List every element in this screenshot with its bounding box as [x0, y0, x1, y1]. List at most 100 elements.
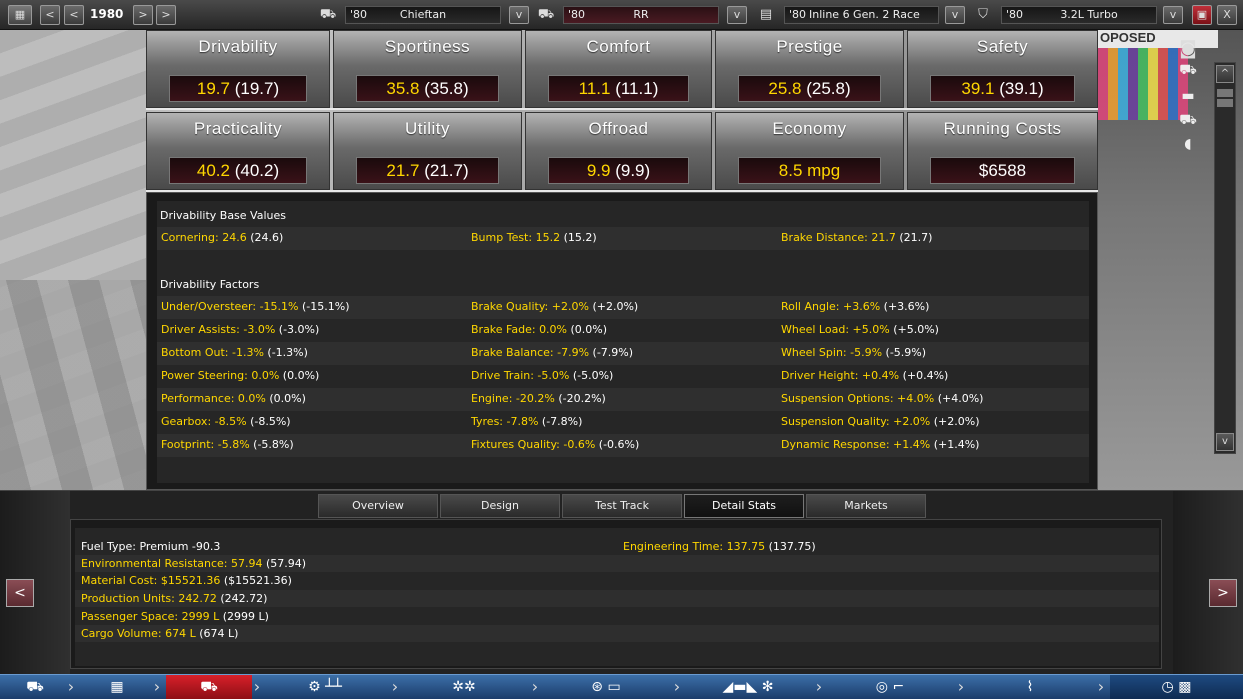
previous-page-button[interactable]: < — [6, 579, 34, 607]
factor-label: Bottom Out: -1.3% — [161, 346, 264, 359]
table-row: Fuel Type: Premium -90.3 Engineering Tim… — [75, 538, 1159, 555]
factor-label: Brake Balance: -7.9% — [471, 346, 590, 359]
stat-current: 25.8 — [768, 79, 802, 98]
stat-title: Safety — [976, 37, 1029, 56]
calendar-icon[interactable]: ▦ — [8, 5, 32, 25]
interior-icon[interactable]: ◎ ⌐ — [830, 675, 950, 699]
brakes-icon[interactable]: ⊛ ▭ — [544, 675, 668, 699]
stat-label: Passenger Space: 2999 L — [81, 610, 220, 623]
factor-label: Suspension Options: +4.0% — [781, 392, 935, 405]
stat-utility[interactable]: Utility 21.7 (21.7) — [333, 112, 522, 190]
stat-value: 21.7 (21.7) — [356, 157, 499, 184]
value-base: (15.2) — [563, 231, 597, 244]
tab-markets[interactable]: Markets — [806, 494, 926, 518]
factor-base: (-8.5%) — [250, 415, 291, 428]
car-model-icon[interactable]: ⛟ — [166, 675, 252, 699]
engine-icon[interactable]: ▦ — [82, 675, 152, 699]
variant-dropdown-button[interactable]: v — [1163, 6, 1183, 24]
stat-base: (11.1) — [615, 79, 659, 98]
scroll-up-button[interactable]: ^ — [1216, 65, 1234, 83]
stat-value: 25.8 (25.8) — [738, 75, 881, 102]
car-rear-icon[interactable]: ⛟ — [1170, 112, 1206, 132]
next-page-button[interactable]: > — [1209, 579, 1237, 607]
factors-header: Drivability Factors — [160, 278, 260, 291]
stat-current: 8.5 mpg — [778, 161, 841, 180]
stat-label: Cargo Volume: 674 L — [81, 627, 196, 640]
factor-label: Tyres: -7.8% — [471, 415, 539, 428]
engine-dropdown-button[interactable]: v — [945, 6, 965, 24]
stat-practicality[interactable]: Practicality 40.2 (40.2) — [146, 112, 330, 190]
tab-test-track[interactable]: Test Track — [562, 494, 682, 518]
year-prev-button[interactable]: < — [64, 5, 84, 25]
factor: Driver Assists: -3.0% (-3.0%) — [161, 323, 319, 336]
tab-detail-stats[interactable]: Detail Stats — [684, 494, 804, 518]
table-row: Power Steering: 0.0% (0.0%) Drive Train:… — [157, 365, 1089, 388]
stat-title: Utility — [404, 119, 451, 138]
stat-title: Offroad — [588, 119, 649, 138]
variant-select[interactable]: '80 3.2L Turbo — [1001, 6, 1157, 24]
trim-select[interactable]: '80 RR — [563, 6, 719, 24]
model-select[interactable]: '80 Chieftan — [345, 6, 501, 24]
close-button[interactable]: X — [1217, 5, 1237, 25]
stat-offroad[interactable]: Offroad 9.9 (9.9) — [525, 112, 712, 190]
scroll-thumb[interactable] — [1217, 99, 1233, 107]
car-side-icon[interactable]: ▬ — [1170, 88, 1206, 108]
year-prev-fast-button[interactable]: < — [40, 5, 60, 25]
scroll-thumb[interactable] — [1217, 89, 1233, 97]
camera-icon[interactable]: ◙ — [1170, 38, 1206, 59]
test-track-icon[interactable]: ◷ ▩ — [1110, 675, 1243, 699]
factor-label: Driver Height: +0.4% — [781, 369, 900, 382]
wheels-icon[interactable]: ✲✲ — [404, 675, 524, 699]
year-next-button[interactable]: > — [133, 5, 153, 25]
stat-base: (40.2) — [234, 161, 280, 180]
engine-block-icon: ▤ — [759, 7, 773, 22]
tab-design[interactable]: Design — [440, 494, 560, 518]
drivetrain-icon[interactable]: ⚙ ┴┴ — [270, 675, 380, 699]
stat-title: Practicality — [193, 119, 283, 138]
stat-running-costs[interactable]: Running Costs $6588 — [907, 112, 1098, 190]
stat-economy[interactable]: Economy 8.5 mpg — [715, 112, 904, 190]
base-values-header: Drivability Base Values — [160, 209, 286, 222]
trim-dropdown-button[interactable]: v — [727, 6, 747, 24]
engine-select[interactable]: '80 Inline 6 Gen. 2 Race — [784, 6, 939, 24]
stat-title: Comfort — [586, 37, 651, 56]
factor: Brake Fade: 0.0% (0.0%) — [471, 323, 607, 336]
variant-year: '80 — [1006, 8, 1024, 21]
car-front-icon[interactable]: ⛟ — [1170, 62, 1206, 82]
stat-prestige[interactable]: Prestige 25.8 (25.8) — [715, 30, 904, 108]
factor: Drive Train: -5.0% (-5.0%) — [471, 369, 613, 382]
detail-stat: Material Cost: $15521.36 ($15521.36) — [81, 574, 292, 587]
factor-base: (-15.1%) — [301, 300, 350, 313]
stat-base: (9.9) — [615, 161, 651, 180]
stat-value: 39.1 (39.1) — [930, 75, 1075, 102]
factor-label: Suspension Quality: +2.0% — [781, 415, 931, 428]
stat-base: (2999 L) — [222, 610, 269, 623]
stat-sportiness[interactable]: Sportiness 35.8 (35.8) — [333, 30, 522, 108]
stat-comfort[interactable]: Comfort 11.1 (11.1) — [525, 30, 712, 108]
table-row: Gearbox: -8.5% (-8.5%) Tyres: -7.8% (-7.… — [157, 411, 1089, 434]
detail-stat: Production Units: 242.72 (242.72) — [81, 592, 267, 605]
chevron-right-icon: › — [391, 677, 399, 696]
suspension-icon[interactable]: ⌇ — [970, 675, 1090, 699]
stat-title: Drivability — [198, 37, 278, 56]
detail-stat: Passenger Space: 2999 L (2999 L) — [81, 610, 269, 623]
stat-safety[interactable]: Safety 39.1 (39.1) — [907, 30, 1098, 108]
model-dropdown-button[interactable]: v — [509, 6, 529, 24]
value-label: Bump Test: 15.2 — [471, 231, 561, 244]
year-next-fast-button[interactable]: > — [156, 5, 176, 25]
trim-name: RR — [633, 8, 649, 21]
factor-label: Brake Quality: +2.0% — [471, 300, 589, 313]
aero-icon[interactable]: ◢▬◣ ✻ — [688, 675, 808, 699]
view-scrollbar[interactable]: ^ v — [1214, 62, 1236, 454]
scroll-down-button[interactable]: v — [1216, 433, 1234, 451]
car-body-icon[interactable]: ⛟ — [0, 675, 70, 699]
variant-name: 3.2L Turbo — [1060, 8, 1118, 21]
stat-drivability[interactable]: Drivability 19.7 (19.7) — [146, 30, 330, 108]
tab-overview[interactable]: Overview — [318, 494, 438, 518]
factor-label: Engine: -20.2% — [471, 392, 555, 405]
car-top-icon[interactable]: ◖ — [1170, 136, 1206, 156]
factor: Under/Oversteer: -15.1% (-15.1%) — [161, 300, 349, 313]
save-icon[interactable]: ▣ — [1192, 5, 1212, 25]
stat-value: 35.8 (35.8) — [356, 75, 499, 102]
table-row: Performance: 0.0% (0.0%) Engine: -20.2% … — [157, 388, 1089, 411]
